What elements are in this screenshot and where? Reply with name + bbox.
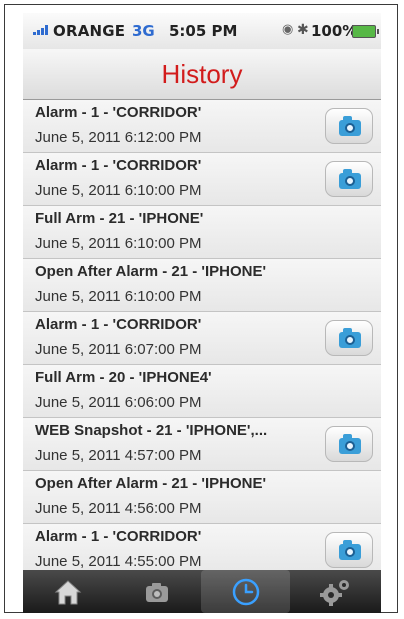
event-title: WEB Snapshot - 21 - 'IPHONE',...: [35, 422, 268, 439]
event-datetime: June 5, 2011 6:12:00 PM: [35, 129, 202, 146]
event-datetime: June 5, 2011 4:55:00 PM: [35, 553, 202, 570]
navigation-bar: History: [23, 49, 381, 100]
event-datetime: June 5, 2011 6:10:00 PM: [35, 182, 202, 199]
gears-icon: [319, 579, 349, 606]
clock-icon: [232, 578, 259, 605]
phone-screen: ORANGE 3G 5:05 PM ◉ ✱ 100% History Alarm…: [23, 13, 381, 613]
home-icon: [54, 579, 81, 604]
network-type: 3G: [132, 22, 155, 40]
event-datetime: June 5, 2011 6:10:00 PM: [35, 288, 202, 305]
event-title: Alarm - 1 - 'CORRIDOR': [35, 104, 202, 121]
tab-settings[interactable]: [290, 570, 379, 613]
snapshot-button[interactable]: [325, 532, 373, 568]
battery-icon: [352, 25, 379, 38]
history-row[interactable]: Full Arm - 20 - 'IPHONE4' June 5, 2011 6:…: [23, 365, 381, 418]
history-row[interactable]: Alarm - 1 - 'CORRIDOR' June 5, 2011 6:07:…: [23, 312, 381, 365]
history-row[interactable]: WEB Snapshot - 21 - 'IPHONE',... June 5, …: [23, 418, 381, 471]
snapshot-button[interactable]: [325, 161, 373, 197]
event-title: Open After Alarm - 21 - 'IPHONE': [35, 263, 267, 280]
status-time: 5:05 PM: [169, 22, 238, 40]
history-row[interactable]: Alarm - 1 - 'CORRIDOR' June 5, 2011 6:12:…: [23, 100, 381, 153]
event-title: Alarm - 1 - 'CORRIDOR': [35, 316, 202, 333]
history-list: Alarm - 1 - 'CORRIDOR' June 5, 2011 6:12:…: [23, 100, 381, 577]
tab-home[interactable]: [23, 570, 112, 613]
tab-bar: [23, 570, 381, 613]
battery-percent: 100%: [311, 22, 358, 40]
tab-history[interactable]: [201, 570, 290, 613]
event-title: Full Arm - 20 - 'IPHONE4': [35, 369, 212, 386]
history-row[interactable]: Alarm - 1 - 'CORRIDOR' June 5, 2011 6:10:…: [23, 153, 381, 206]
event-title: Open After Alarm - 21 - 'IPHONE': [35, 475, 267, 492]
bluetooth-icon: ✱: [297, 22, 309, 38]
snapshot-button[interactable]: [325, 108, 373, 144]
snapshot-button[interactable]: [325, 426, 373, 462]
page-title: History: [161, 59, 243, 89]
event-title: Alarm - 1 - 'CORRIDOR': [35, 157, 202, 174]
history-row[interactable]: Open After Alarm - 21 - 'IPHONE' June 5, …: [23, 471, 381, 524]
event-datetime: June 5, 2011 6:06:00 PM: [35, 394, 202, 411]
status-bar: ORANGE 3G 5:05 PM ◉ ✱ 100%: [23, 13, 381, 49]
signal-strength-icon: [33, 25, 49, 35]
tab-camera[interactable]: [112, 570, 201, 613]
event-datetime: June 5, 2011 4:56:00 PM: [35, 500, 202, 517]
history-row[interactable]: Open After Alarm - 21 - 'IPHONE' June 5, …: [23, 259, 381, 312]
carrier-name: ORANGE: [53, 22, 126, 40]
history-row[interactable]: Full Arm - 21 - 'IPHONE' June 5, 2011 6:1…: [23, 206, 381, 259]
event-datetime: June 5, 2011 4:57:00 PM: [35, 447, 202, 464]
event-title: Full Arm - 21 - 'IPHONE': [35, 210, 204, 227]
event-datetime: June 5, 2011 6:10:00 PM: [35, 235, 202, 252]
camera-icon: [145, 582, 168, 602]
event-title: Alarm - 1 - 'CORRIDOR': [35, 528, 202, 545]
event-datetime: June 5, 2011 6:07:00 PM: [35, 341, 202, 358]
alarm-clock-icon: ◉: [282, 22, 294, 37]
snapshot-button[interactable]: [325, 320, 373, 356]
